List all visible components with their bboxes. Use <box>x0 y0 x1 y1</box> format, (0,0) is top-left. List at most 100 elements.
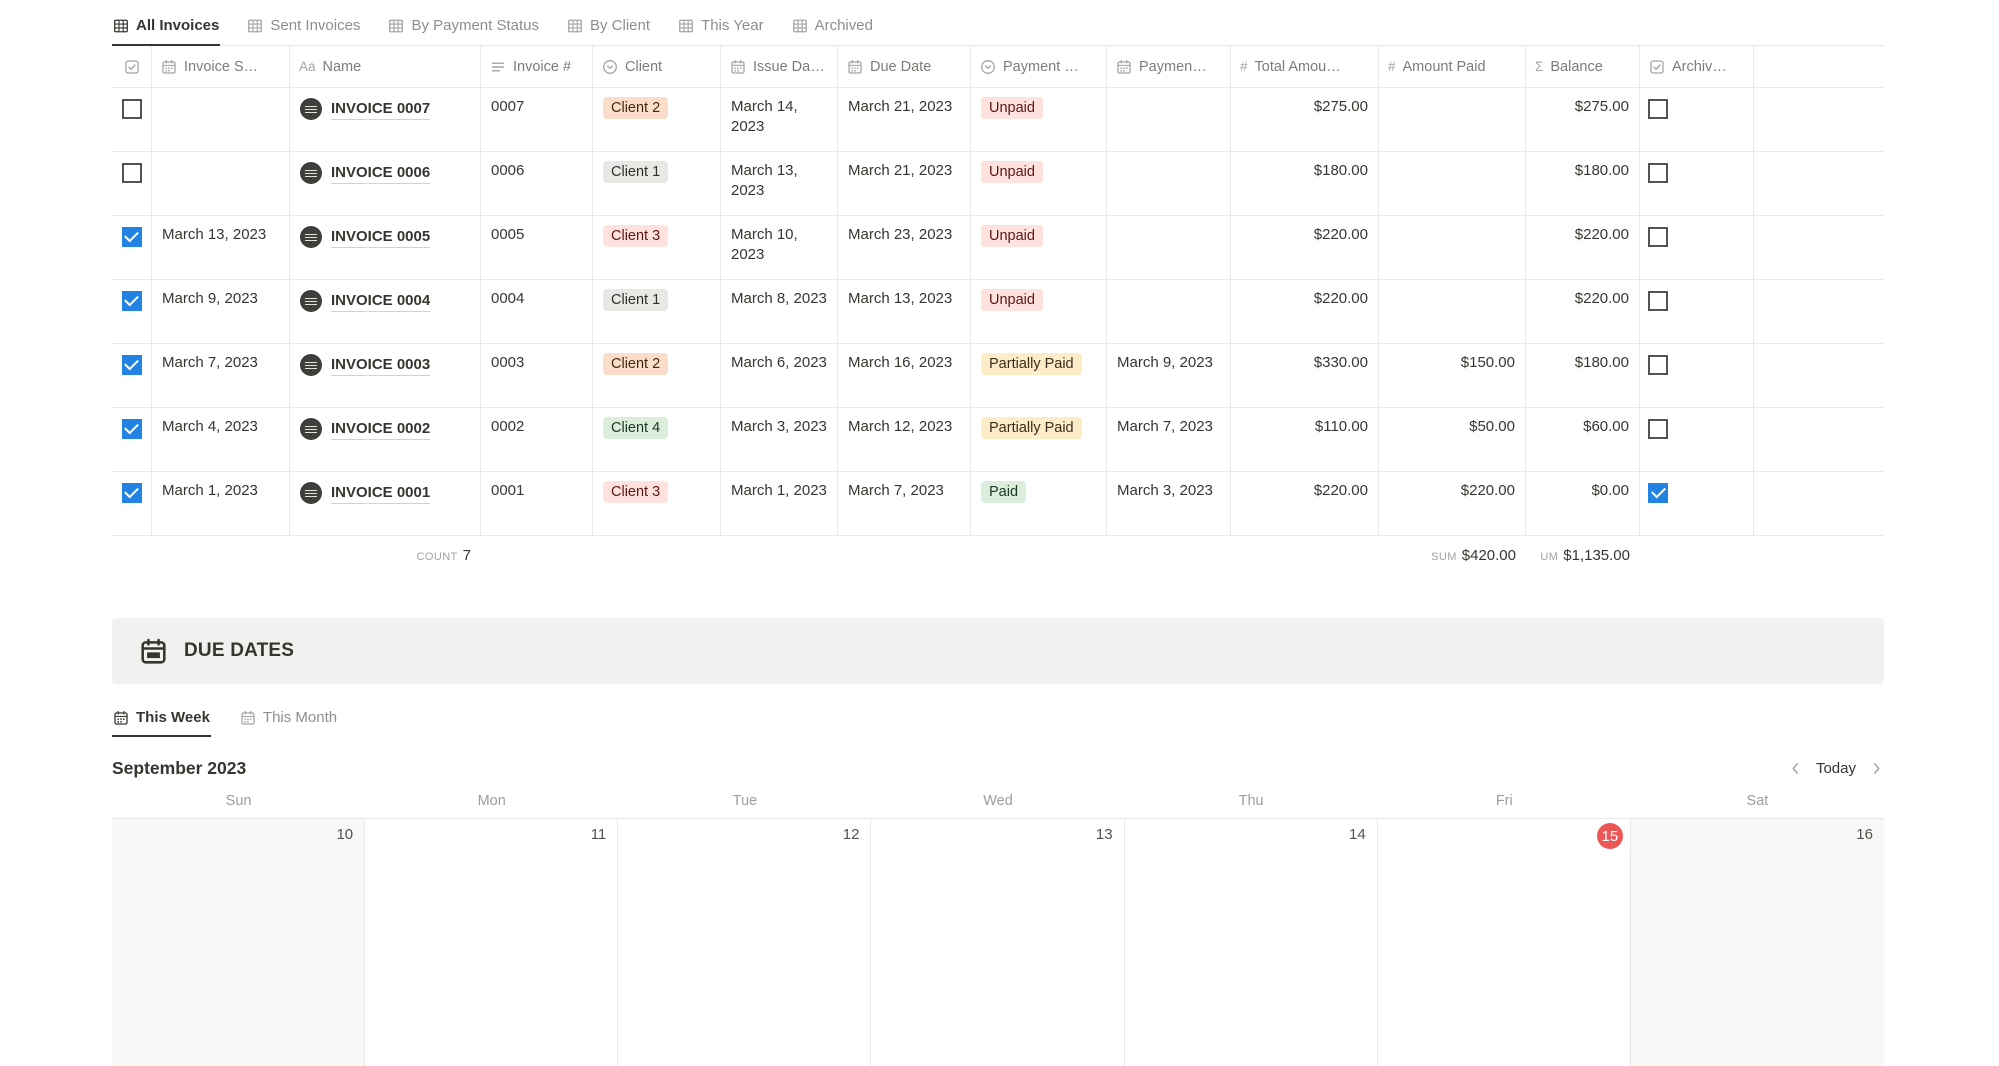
col-header-select-all[interactable] <box>112 46 152 87</box>
archived-checkbox[interactable] <box>1648 227 1668 247</box>
cell-amount-paid[interactable]: $220.00 <box>1379 472 1526 535</box>
cell-invoice-name[interactable]: INVOICE 0006 <box>290 152 481 215</box>
tab-this-month[interactable]: This Month <box>239 705 338 737</box>
archived-checkbox[interactable] <box>1648 419 1668 439</box>
cell-issue-date[interactable]: March 6, 2023 <box>721 344 838 407</box>
cell-invoice-name[interactable]: INVOICE 0005 <box>290 216 481 279</box>
chevron-right-icon[interactable] <box>1869 761 1884 776</box>
cell-client[interactable]: Client 4 <box>593 408 721 471</box>
cell-due-date[interactable]: March 16, 2023 <box>838 344 971 407</box>
cell-total-amount[interactable]: $220.00 <box>1231 472 1379 535</box>
cell-due-date[interactable]: March 23, 2023 <box>838 216 971 279</box>
archived-checkbox[interactable] <box>1648 291 1668 311</box>
col-header-client[interactable]: Client <box>593 46 721 87</box>
cell-issue-date[interactable]: March 8, 2023 <box>721 280 838 343</box>
cell-due-date[interactable]: March 7, 2023 <box>838 472 971 535</box>
col-header-archived[interactable]: Archiv… <box>1640 46 1754 87</box>
summary-sum-amount-paid[interactable]: SUM$420.00 <box>1379 547 1526 565</box>
cell-invoice-number[interactable]: 0003 <box>481 344 593 407</box>
cell-amount-paid[interactable] <box>1379 216 1526 279</box>
cell-amount-paid[interactable] <box>1379 280 1526 343</box>
cell-balance[interactable]: $220.00 <box>1526 216 1640 279</box>
cell-payment-status[interactable]: Unpaid <box>971 88 1107 151</box>
cell-balance[interactable]: $180.00 <box>1526 152 1640 215</box>
cell-due-date[interactable]: March 12, 2023 <box>838 408 971 471</box>
row-select-checkbox[interactable] <box>122 419 142 439</box>
col-header-payment-date[interactable]: Paymen… <box>1107 46 1231 87</box>
tab-all-invoices[interactable]: All Invoices <box>112 13 220 46</box>
cell-payment-date[interactable] <box>1107 280 1231 343</box>
archived-checkbox[interactable] <box>1648 163 1668 183</box>
cell-invoice-sent[interactable]: March 7, 2023 <box>152 344 290 407</box>
col-header-issue-date[interactable]: Issue Da… <box>721 46 838 87</box>
summary-sum-balance[interactable]: UM$1,135.00 <box>1526 547 1640 565</box>
calendar-day-cell[interactable]: 10 <box>112 819 365 1066</box>
tab-sent-invoices[interactable]: Sent Invoices <box>246 13 361 46</box>
row-select-checkbox[interactable] <box>122 483 142 503</box>
tab-by-client[interactable]: By Client <box>566 13 651 46</box>
cell-invoice-number[interactable]: 0001 <box>481 472 593 535</box>
row-select-checkbox[interactable] <box>122 227 142 247</box>
cell-payment-date[interactable]: March 7, 2023 <box>1107 408 1231 471</box>
cell-invoice-name[interactable]: INVOICE 0007 <box>290 88 481 151</box>
tab-archived[interactable]: Archived <box>791 13 874 46</box>
cell-client[interactable]: Client 3 <box>593 472 721 535</box>
col-header-balance[interactable]: ΣBalance <box>1526 46 1640 87</box>
cell-client[interactable]: Client 1 <box>593 280 721 343</box>
tab-by-payment-status[interactable]: By Payment Status <box>387 13 540 46</box>
cell-due-date[interactable]: March 21, 2023 <box>838 88 971 151</box>
row-select-checkbox[interactable] <box>122 355 142 375</box>
cell-due-date[interactable]: March 13, 2023 <box>838 280 971 343</box>
cell-client[interactable]: Client 3 <box>593 216 721 279</box>
cell-payment-status[interactable]: Unpaid <box>971 152 1107 215</box>
calendar-day-cell[interactable]: 16 <box>1631 819 1884 1066</box>
cell-balance[interactable]: $220.00 <box>1526 280 1640 343</box>
cell-issue-date[interactable]: March 13, 2023 <box>721 152 838 215</box>
cell-amount-paid[interactable]: $150.00 <box>1379 344 1526 407</box>
archived-checkbox[interactable] <box>1648 355 1668 375</box>
col-header-invoice-sent[interactable]: Invoice S… <box>152 46 290 87</box>
calendar-day-cell[interactable]: 13 <box>871 819 1124 1066</box>
cell-payment-date[interactable] <box>1107 216 1231 279</box>
cell-total-amount[interactable]: $180.00 <box>1231 152 1379 215</box>
calendar-day-cell[interactable]: 15 <box>1378 819 1631 1066</box>
col-header-invoice-number[interactable]: Invoice # <box>481 46 593 87</box>
cell-payment-date[interactable] <box>1107 88 1231 151</box>
cell-payment-date[interactable]: March 3, 2023 <box>1107 472 1231 535</box>
tab-this-year[interactable]: This Year <box>677 13 765 46</box>
col-header-due-date[interactable]: Due Date <box>838 46 971 87</box>
cell-balance[interactable]: $0.00 <box>1526 472 1640 535</box>
row-select-checkbox[interactable] <box>122 291 142 311</box>
cell-invoice-sent[interactable] <box>152 88 290 151</box>
cell-balance[interactable]: $275.00 <box>1526 88 1640 151</box>
cell-payment-status[interactable]: Partially Paid <box>971 344 1107 407</box>
cell-invoice-number[interactable]: 0007 <box>481 88 593 151</box>
calendar-day-cell[interactable]: 12 <box>618 819 871 1066</box>
cell-payment-status[interactable]: Unpaid <box>971 280 1107 343</box>
cell-issue-date[interactable]: March 3, 2023 <box>721 408 838 471</box>
cell-invoice-name[interactable]: INVOICE 0001 <box>290 472 481 535</box>
chevron-left-icon[interactable] <box>1788 761 1803 776</box>
cell-issue-date[interactable]: March 1, 2023 <box>721 472 838 535</box>
cell-total-amount[interactable]: $275.00 <box>1231 88 1379 151</box>
today-button[interactable]: Today <box>1816 760 1856 777</box>
cell-balance[interactable]: $180.00 <box>1526 344 1640 407</box>
cell-invoice-name[interactable]: INVOICE 0004 <box>290 280 481 343</box>
cell-invoice-number[interactable]: 0006 <box>481 152 593 215</box>
cell-client[interactable]: Client 1 <box>593 152 721 215</box>
cell-payment-status[interactable]: Partially Paid <box>971 408 1107 471</box>
calendar-day-cell[interactable]: 14 <box>1125 819 1378 1066</box>
cell-amount-paid[interactable] <box>1379 152 1526 215</box>
cell-client[interactable]: Client 2 <box>593 88 721 151</box>
archived-checkbox[interactable] <box>1648 483 1668 503</box>
cell-issue-date[interactable]: March 10, 2023 <box>721 216 838 279</box>
col-header-amount-paid[interactable]: #Amount Paid <box>1379 46 1526 87</box>
cell-invoice-number[interactable]: 0005 <box>481 216 593 279</box>
cell-invoice-sent[interactable] <box>152 152 290 215</box>
col-header-payment-status[interactable]: Payment … <box>971 46 1107 87</box>
calendar-day-cell[interactable]: 11 <box>365 819 618 1066</box>
tab-this-week[interactable]: This Week <box>112 705 211 737</box>
summary-count[interactable]: COUNT7 <box>290 547 481 565</box>
cell-payment-date[interactable] <box>1107 152 1231 215</box>
cell-payment-status[interactable]: Paid <box>971 472 1107 535</box>
